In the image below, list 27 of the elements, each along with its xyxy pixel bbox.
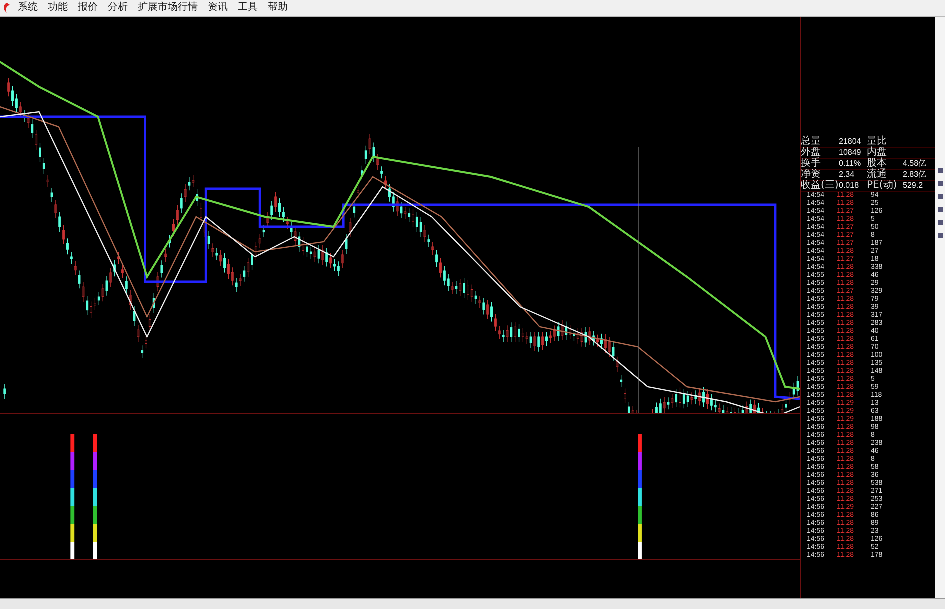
menu-item[interactable]: 工具	[234, 1, 262, 15]
quote-value: 0.018	[839, 181, 860, 191]
quote-label: 内盘	[867, 148, 888, 158]
app-logo-icon	[2, 2, 12, 14]
quote-label: 外盘	[801, 148, 822, 158]
menu-item[interactable]: 系统	[14, 1, 42, 15]
quote-label: PE(动)	[867, 181, 898, 191]
quote-value: 4.58亿	[903, 159, 928, 169]
menu-item[interactable]: 扩展市场行情	[134, 1, 202, 15]
quote-value: 10849	[839, 148, 862, 158]
quote-label: 股本	[867, 159, 888, 169]
menu-item[interactable]: 分析	[104, 1, 132, 15]
quote-label: 净资	[801, 170, 822, 180]
menu-item[interactable]: 功能	[44, 1, 72, 15]
quote-label: 总量	[801, 137, 822, 147]
quote-value: 2.34	[839, 170, 856, 180]
quote-label: 换手	[801, 159, 822, 169]
quote-label: 流通	[867, 170, 888, 180]
quote-value: 21804	[839, 137, 862, 147]
menu-item[interactable]: 帮助	[264, 1, 292, 15]
quote-label: 量比	[867, 137, 888, 147]
quote-value: 529.2	[903, 181, 924, 191]
quote-label: 收益(三)	[801, 181, 839, 191]
menu-item[interactable]: 报价	[74, 1, 102, 15]
menu-item[interactable]: 资讯	[204, 1, 232, 15]
quote-value: 2.83亿	[903, 170, 928, 180]
quote-value: 0.11%	[839, 159, 862, 169]
